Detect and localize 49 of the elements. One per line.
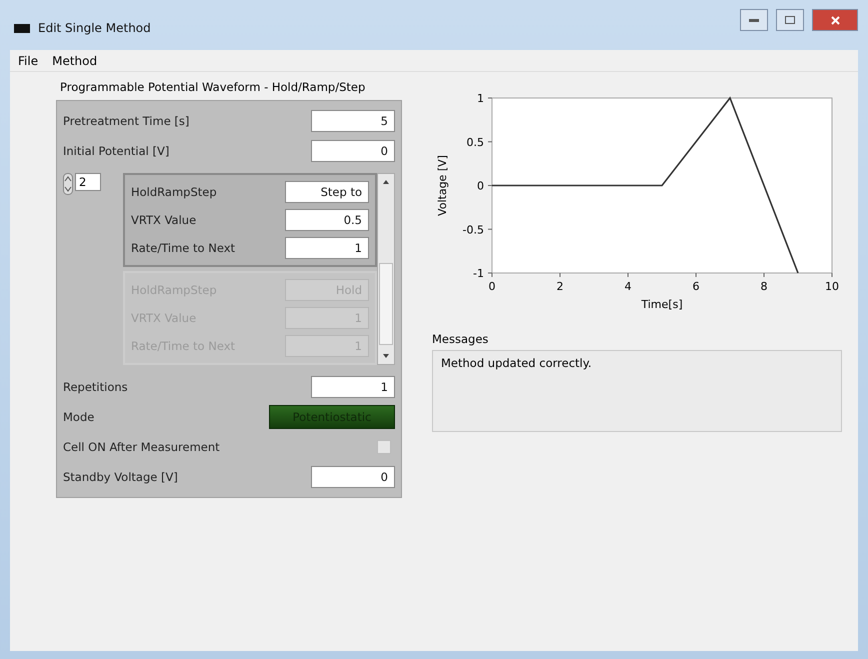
maximize-icon <box>785 16 795 24</box>
tick-label: 1 <box>477 92 484 105</box>
field-label: Initial Potential [V] <box>63 144 170 158</box>
field-label: Cell ON After Measurement <box>63 440 220 454</box>
tick-label: 4 <box>624 280 632 293</box>
tick-label: 6 <box>692 280 700 293</box>
tick-label: 0 <box>488 280 496 293</box>
field-label: Rate/Time to Next <box>131 241 236 255</box>
index-field[interactable]: 2 <box>75 173 101 191</box>
minimize-icon <box>749 18 759 22</box>
section-title: Programmable Potential Waveform - Hold/Ramp/Step <box>60 80 366 94</box>
close-button[interactable] <box>812 9 858 31</box>
messages-box: Method updated correctly. <box>432 350 842 432</box>
numeric-field[interactable]: Step to <box>285 181 369 203</box>
tick-label: -1 <box>473 267 484 280</box>
menu-item[interactable]: Method <box>52 54 98 67</box>
down-arrow-icon <box>382 352 390 360</box>
numeric-field[interactable]: 1 <box>285 237 369 259</box>
tick-label: 8 <box>760 280 768 293</box>
up-arrow-icon <box>382 178 390 186</box>
window-title: Edit Single Method <box>38 21 151 35</box>
checkbox[interactable] <box>377 440 391 454</box>
scroll-thumb[interactable] <box>379 263 393 345</box>
field-label: HoldRampStep <box>131 185 217 199</box>
field-label: VRTX Value <box>131 213 196 227</box>
maximize-button[interactable] <box>776 9 804 31</box>
tick-label: 2 <box>556 280 564 293</box>
numeric-field[interactable]: 0.5 <box>285 209 369 231</box>
field-label: Pretreatment Time [s] <box>63 114 190 128</box>
app-icon <box>14 24 30 32</box>
numeric-field[interactable]: 1 <box>311 376 395 398</box>
field-label: Mode <box>63 410 94 424</box>
axis-title: Time[s] <box>641 298 683 311</box>
field-label: Repetitions <box>63 380 128 394</box>
tick-label: -0.5 <box>462 223 484 236</box>
messages-label: Messages <box>432 332 490 346</box>
numeric-field[interactable]: 0 <box>311 466 395 488</box>
scroll-bar[interactable] <box>377 173 395 365</box>
axis-title: Voltage [V] <box>436 155 449 216</box>
tick-label: 0.5 <box>466 136 484 149</box>
numeric-field[interactable]: 5 <box>311 110 395 132</box>
spinner-icon[interactable] <box>63 173 73 195</box>
numeric-field[interactable]: 0 <box>311 140 395 162</box>
menu-item[interactable]: File <box>18 54 38 67</box>
tick-label: 10 <box>825 280 839 293</box>
tick-label: 0 <box>477 180 484 192</box>
field-label: Standby Voltage [V] <box>63 470 178 484</box>
minimize-button[interactable] <box>740 9 768 31</box>
close-icon <box>830 16 840 24</box>
